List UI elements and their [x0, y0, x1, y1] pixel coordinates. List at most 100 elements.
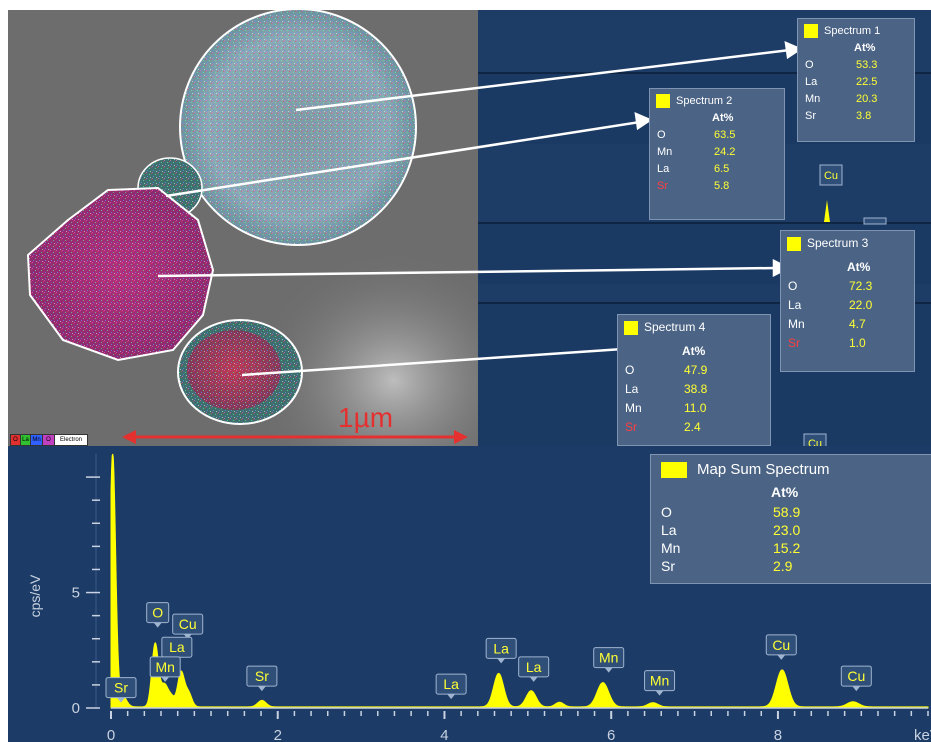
peak-label: Cu	[179, 616, 197, 632]
sem-eds-map: 1µm O La Mn O Electron	[8, 10, 478, 446]
legend-chip: Electron	[54, 434, 88, 446]
spectrum-value: 5.8	[714, 180, 730, 192]
peak-label-pointer	[529, 676, 538, 682]
peak-label: La	[526, 659, 542, 675]
map-sum-element: La	[661, 522, 677, 538]
spectrum-value: 38.8	[684, 382, 708, 396]
peak-label-pointer	[257, 686, 266, 692]
x-axis-label: keV	[914, 727, 931, 742]
spectrum-value: 24.2	[714, 146, 736, 158]
spectrum-element: Mn	[788, 317, 805, 331]
peak-label-pointer	[655, 690, 664, 696]
peak-label-pointer	[161, 676, 170, 682]
spectrum-value: 3.8	[856, 110, 872, 122]
map-sum-spectrum-chart: 0 2 4 6 8 0 5 keV cps/eV Sr O Cu La Mn Sr La La La Mn Mn Cu C…	[8, 446, 931, 742]
spectrum-swatch	[804, 24, 818, 38]
x-tick-label: 4	[440, 727, 448, 742]
spectrum-element: Sr	[788, 336, 800, 350]
peak-label: Mn	[599, 650, 618, 666]
map-sum-value: 15.2	[773, 540, 801, 556]
spectrum-value: 1.0	[849, 336, 866, 350]
spectrum-element: O	[788, 279, 798, 293]
peak-label-pointer	[497, 658, 506, 664]
peak-label: La	[169, 639, 185, 655]
x-tick-label: 8	[774, 727, 782, 742]
spectrum-value: 4.7	[849, 317, 866, 331]
spectrum-title-text: Spectrum 3	[807, 236, 869, 250]
spectrum-value: 63.5	[714, 129, 736, 141]
spectrum-value: 22.5	[856, 76, 878, 88]
peak-label-pointer	[852, 686, 861, 692]
spectrum-element: O	[657, 129, 666, 141]
spectrum-title: Spectrum 3	[787, 236, 868, 251]
sem-drawing	[8, 10, 478, 446]
spectrum-box-2: Spectrum 2 At% O 63.5 Mn 24.2 La 6.5 Sr 5.8	[649, 88, 785, 220]
spectrum-element: Mn	[625, 401, 642, 415]
spectrum-element: O	[625, 363, 635, 377]
x-tick-label: 6	[607, 727, 615, 742]
series-swatch	[661, 462, 687, 479]
upper-cu-label: Cu	[824, 170, 838, 182]
spectrum-element: Mn	[805, 93, 821, 105]
spectrum-box-1: Spectrum 1 At% O 53.3 La 22.5 Mn 20.3 Sr 3.8	[797, 18, 915, 142]
spectrum-swatch	[624, 320, 638, 335]
spectrum-title-text: Spectrum 1	[824, 24, 881, 37]
map-sum-element: O	[661, 504, 672, 520]
spectrum-title-text: Spectrum 2	[676, 94, 733, 107]
spectrum-element: Mn	[657, 146, 673, 158]
spectrum-value: 72.3	[849, 279, 873, 293]
peak-label: La	[493, 640, 509, 656]
x-tick-label: 2	[274, 727, 282, 742]
spectrum-header: At%	[854, 42, 876, 54]
spectrum-value: 22.0	[849, 298, 873, 312]
spectrum-title: Spectrum 2	[656, 94, 732, 108]
cu-peak	[824, 200, 830, 222]
spectrum-element: Sr	[805, 110, 816, 122]
spectrum-box-3: Spectrum 3 At% O 72.3 La 22.0 Mn 4.7 Sr 1.0	[780, 230, 915, 372]
spectrum-value: 20.3	[856, 93, 878, 105]
map-sum-element: Mn	[661, 540, 681, 556]
map-sum-element: Sr	[661, 558, 675, 574]
spectrum-box-4: Spectrum 4 At% O 47.9 La 38.8 Mn 11.0 Sr 2.4	[617, 314, 771, 446]
spectrum-swatch	[787, 236, 801, 251]
y-tick-label: 5	[72, 585, 80, 602]
peak-label: Sr	[114, 680, 128, 696]
upper-cu-label: Cu	[808, 438, 822, 446]
spectrum-element: La	[657, 163, 670, 175]
peak-label: La	[443, 676, 459, 692]
peak-label: Cu	[847, 668, 865, 684]
map-sum-value: 23.0	[773, 522, 801, 538]
y-axis-label: cps/eV	[27, 574, 43, 617]
spectrum-element: Sr	[657, 180, 668, 192]
spectrum-value: 6.5	[714, 163, 730, 175]
eds-figure: 1µm O La Mn O Electron Cu Cu Spectrum 1 At% O	[0, 0, 931, 742]
spectrum-value: 53.3	[856, 59, 878, 71]
spectrum-title: Spectrum 4	[624, 320, 705, 335]
spectrum-header: At%	[682, 344, 706, 358]
x-tick-label: 0	[107, 727, 115, 742]
spectrum-element: La	[805, 76, 818, 88]
peak-label: Mn	[650, 673, 669, 689]
spectrum-element: Sr	[625, 420, 637, 434]
peak-label-pointer	[447, 694, 456, 700]
spectrum-element: La	[625, 382, 639, 396]
spectrum-swatch	[656, 94, 670, 108]
map-sum-box: Map Sum Spectrum At% O 58.9 La 23.0 Mn 1…	[650, 454, 931, 584]
map-sum-title: Map Sum Spectrum	[697, 461, 830, 478]
spectrum-value: 2.4	[684, 420, 701, 434]
peak-label: Sr	[255, 668, 269, 684]
map-sum-value: 58.9	[773, 504, 801, 520]
spectrum-value: 11.0	[684, 401, 707, 415]
spectrum-element: La	[788, 298, 802, 312]
spectrum-header: At%	[847, 260, 871, 274]
scale-bar-label: 1µm	[338, 402, 394, 433]
spectrum-title: Spectrum 1	[804, 24, 880, 38]
spectrum-header: At%	[712, 112, 734, 124]
map-sum-header: At%	[771, 484, 799, 500]
peak-label: O	[152, 605, 163, 621]
map-sum-value: 2.9	[773, 558, 793, 574]
spectrum-title-text: Spectrum 4	[644, 320, 706, 334]
peak-label: Cu	[772, 637, 790, 653]
peak-label-pointer	[604, 667, 613, 673]
y-tick-label: 0	[72, 700, 80, 717]
